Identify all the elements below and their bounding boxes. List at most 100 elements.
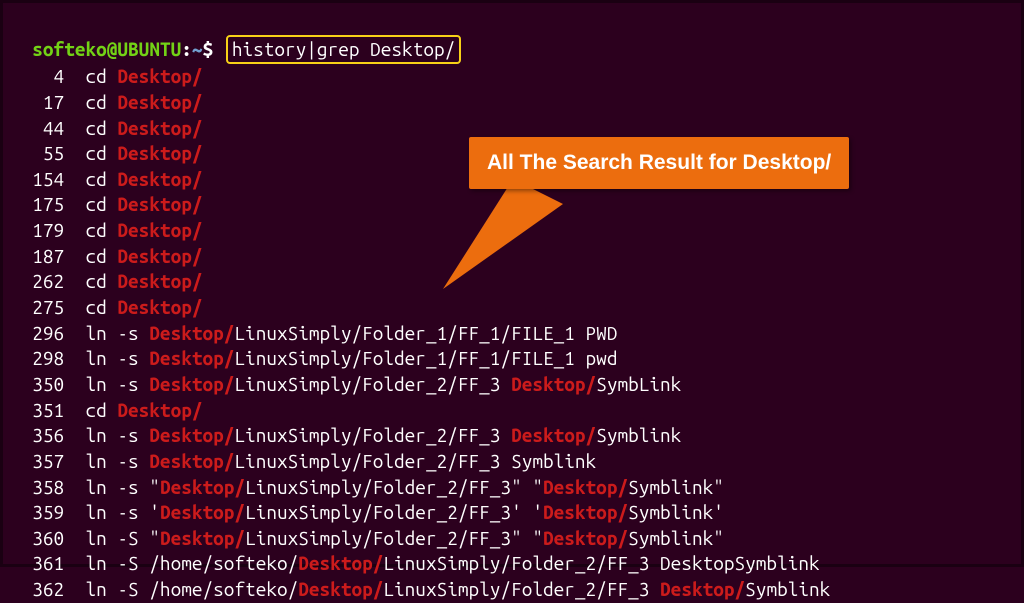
grep-match: Desktop/ (160, 476, 245, 498)
grep-match: Desktop/ (543, 501, 628, 523)
history-number: 357 (11, 449, 64, 475)
grep-match: Desktop/ (149, 347, 234, 369)
grep-match: Desktop/ (543, 476, 628, 498)
grep-match: Desktop/ (117, 117, 202, 139)
terminal-prompt-line[interactable]: softeko@UBUNTU:~$ history|grep Desktop/ (11, 9, 1013, 64)
history-text: LinuxSimply/Folder_1/FF_1/FILE_1 pwd (234, 347, 617, 369)
history-line: 179 cd Desktop/ (11, 218, 1013, 244)
history-number: 187 (11, 244, 64, 270)
history-number: 175 (11, 192, 64, 218)
history-text: cd (85, 65, 117, 87)
history-line: 154 cd Desktop/ (11, 167, 1013, 193)
prompt-path: ~ (192, 38, 203, 60)
history-number: 362 (11, 577, 64, 603)
history-text: ln -s ' (85, 501, 159, 523)
history-text: Symblink' (628, 501, 724, 523)
history-line: 262 cd Desktop/ (11, 269, 1013, 295)
history-gap (64, 192, 85, 218)
history-number: 356 (11, 423, 64, 449)
history-gap (64, 577, 85, 603)
history-gap (64, 218, 85, 244)
history-number: 17 (11, 90, 64, 116)
history-text: ln -S " (85, 527, 159, 549)
history-gap (64, 500, 85, 526)
history-text: LinuxSimply/Folder_2/FF_3 (234, 373, 511, 395)
history-line: 275 cd Desktop/ (11, 295, 1013, 321)
history-gap (64, 449, 85, 475)
history-text: LinuxSimply/Folder_2/FF_3" " (245, 527, 543, 549)
grep-match: Desktop/ (117, 399, 202, 421)
history-number: 275 (11, 295, 64, 321)
history-number: 296 (11, 321, 64, 347)
history-line: 350 ln -s Desktop/LinuxSimply/Folder_2/F… (11, 372, 1013, 398)
history-line: 360 ln -S "Desktop/LinuxSimply/Folder_2/… (11, 526, 1013, 552)
history-text: ln -s (85, 373, 149, 395)
grep-match: Desktop/ (149, 373, 234, 395)
history-text: Symblink (596, 424, 681, 446)
grep-match: Desktop/ (160, 501, 245, 523)
history-gap (64, 167, 85, 193)
history-text: ln -S /home/softeko/ (85, 578, 298, 600)
grep-match: Desktop/ (298, 578, 383, 600)
prompt-at: @ (107, 38, 118, 60)
history-number: 44 (11, 116, 64, 142)
history-number: 179 (11, 218, 64, 244)
history-text: cd (85, 399, 117, 421)
grep-match: Desktop/ (298, 552, 383, 574)
history-gap (64, 141, 85, 167)
prompt-dollar: $ (203, 38, 214, 60)
history-text: SymbLink (596, 373, 681, 395)
history-number: 359 (11, 500, 64, 526)
history-line: 55 cd Desktop/ (11, 141, 1013, 167)
grep-match: Desktop/ (660, 578, 745, 600)
history-text: cd (85, 219, 117, 241)
history-text: LinuxSimply/Folder_2/FF_3 DesktopSymblin… (383, 552, 819, 574)
history-text: cd (85, 117, 117, 139)
history-text: ln -s " (85, 476, 159, 498)
history-text: ln -s (85, 347, 149, 369)
prompt-user: softeko (32, 38, 106, 60)
terminal-output[interactable]: 4 cd Desktop/17 cd Desktop/44 cd Desktop… (11, 64, 1013, 602)
history-line: 358 ln -s "Desktop/LinuxSimply/Folder_2/… (11, 475, 1013, 501)
history-number: 351 (11, 398, 64, 424)
grep-match: Desktop/ (117, 296, 202, 318)
history-line: 44 cd Desktop/ (11, 116, 1013, 142)
history-gap (64, 372, 85, 398)
history-line: 296 ln -s Desktop/LinuxSimply/Folder_1/F… (11, 321, 1013, 347)
history-text: LinuxSimply/Folder_2/FF_3' ' (245, 501, 543, 523)
grep-match: Desktop/ (117, 91, 202, 113)
grep-match: Desktop/ (149, 450, 234, 472)
grep-match: Desktop/ (117, 65, 202, 87)
history-text: ln -s (85, 450, 149, 472)
history-text: cd (85, 168, 117, 190)
history-gap (64, 346, 85, 372)
history-number: 350 (11, 372, 64, 398)
history-line: 4 cd Desktop/ (11, 64, 1013, 90)
history-gap (64, 423, 85, 449)
history-number: 358 (11, 475, 64, 501)
history-line: 357 ln -s Desktop/LinuxSimply/Folder_2/F… (11, 449, 1013, 475)
history-text: LinuxSimply/Folder_2/FF_3 (234, 424, 511, 446)
history-number: 55 (11, 141, 64, 167)
grep-match: Desktop/ (117, 245, 202, 267)
history-gap (64, 116, 85, 142)
history-gap (64, 526, 85, 552)
history-text: LinuxSimply/Folder_2/FF_3" " (245, 476, 543, 498)
grep-match: Desktop/ (511, 424, 596, 446)
history-gap (64, 90, 85, 116)
history-number: 360 (11, 526, 64, 552)
history-gap (64, 64, 85, 90)
command-highlight-box: history|grep Desktop/ (226, 35, 461, 65)
history-text: cd (85, 296, 117, 318)
history-line: 356 ln -s Desktop/LinuxSimply/Folder_2/F… (11, 423, 1013, 449)
history-line: 17 cd Desktop/ (11, 90, 1013, 116)
grep-match: Desktop/ (149, 322, 234, 344)
history-text: Symblink" (628, 476, 724, 498)
history-text: Symblink" (628, 527, 724, 549)
prompt-colon: : (181, 38, 192, 60)
history-gap (64, 551, 85, 577)
prompt-host: UBUNTU (117, 38, 181, 60)
grep-match: Desktop/ (149, 424, 234, 446)
history-line: 175 cd Desktop/ (11, 192, 1013, 218)
history-text: ln -s (85, 424, 149, 446)
